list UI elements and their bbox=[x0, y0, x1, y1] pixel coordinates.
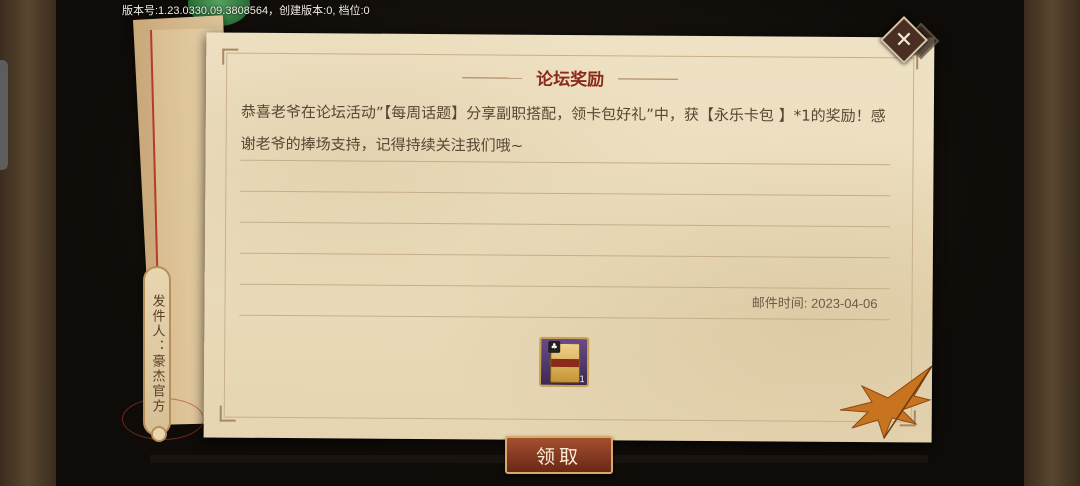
close-button[interactable]: ✕ bbox=[879, 15, 940, 65]
mail-time: 邮件时间: 2023-04-06 bbox=[752, 292, 878, 312]
card-pack-icon: ♣ bbox=[548, 340, 581, 384]
corner-ornament bbox=[219, 405, 236, 422]
reward-count: 1 bbox=[579, 375, 586, 386]
version-text: 版本号:1.23.0330.09.3808564，创建版本:0, 档位:0 bbox=[122, 5, 370, 17]
mail-title: 论坛奖励 bbox=[522, 65, 618, 91]
badge-icon: ♣ bbox=[548, 340, 561, 353]
reward-item[interactable]: ♣ 1 bbox=[538, 336, 590, 388]
maple-leaf-icon bbox=[839, 365, 933, 440]
card-band bbox=[551, 358, 580, 368]
side-handle[interactable] bbox=[0, 60, 8, 170]
sender-knob bbox=[151, 426, 167, 442]
close-icon: ✕ bbox=[894, 27, 914, 53]
left-frame bbox=[0, 0, 56, 486]
claim-button[interactable]: 领取 bbox=[505, 436, 613, 474]
title-bar: 论坛奖励 bbox=[206, 62, 934, 92]
right-frame bbox=[1024, 0, 1080, 486]
mail-time-value: 2023-04-06 bbox=[810, 295, 878, 312]
sender-tag: 发件人：豪杰官方 bbox=[143, 266, 171, 436]
mail-time-label: 邮件时间: bbox=[751, 295, 808, 311]
mail-panel: 论坛奖励 恭喜老爷在论坛活动”【每周话题】分享副职搭配，领卡包好礼”中，获【永乐… bbox=[203, 32, 935, 443]
mail-message: 恭喜老爷在论坛活动”【每周话题】分享副职搭配，领卡包好礼”中，获【永乐卡包 】*… bbox=[240, 102, 886, 155]
